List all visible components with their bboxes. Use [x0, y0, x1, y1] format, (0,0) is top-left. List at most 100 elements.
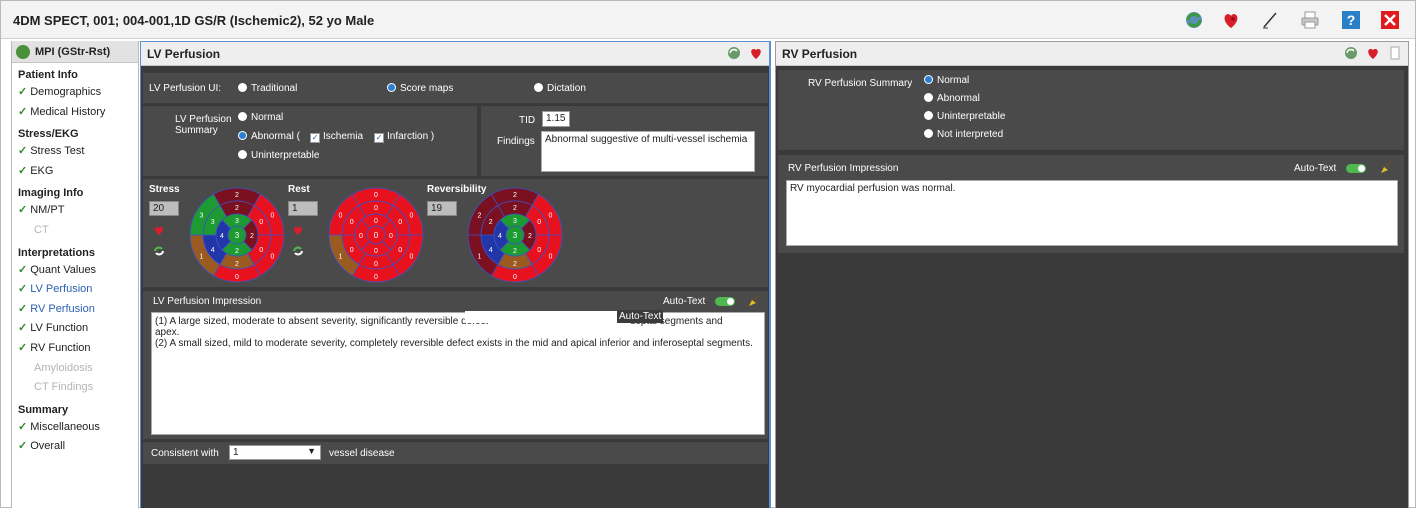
check-icon: ✓ — [18, 440, 28, 453]
vessel-count-value: 1 — [233, 447, 239, 458]
sidebar-item-stress-test[interactable]: ✓ Stress Test — [12, 142, 138, 162]
sidebar-item-ekg[interactable]: ✓ EKG — [12, 162, 138, 182]
polar-map: 000010000000 0000 0 — [328, 187, 424, 283]
heart-icon[interactable] — [1220, 9, 1242, 31]
rv-impression-textarea[interactable]: RV myocardial perfusion was normal. — [786, 180, 1398, 246]
rv-impression-box: RV Perfusion Impression Auto-Text RV myo… — [778, 155, 1404, 253]
sidebar-item-label: CT — [34, 223, 49, 236]
rv-radio-abnormal-dot — [924, 93, 933, 102]
polar-map: 200012200242 3224 3 — [467, 187, 563, 283]
check-icon: ✓ — [18, 341, 28, 354]
pen-icon[interactable] — [1259, 9, 1281, 31]
sidebar-item-label: Stress Test — [30, 145, 85, 158]
heart-icon[interactable] — [749, 46, 763, 63]
radio-dictation[interactable]: Dictation — [534, 83, 586, 94]
check-icon: ✓ — [18, 86, 28, 98]
sidebar-item-label: RV Perfusion — [30, 302, 95, 315]
checkbox-ischemia[interactable]: ✓ Ischemia — [310, 131, 363, 143]
check-icon: ✓ — [18, 145, 28, 158]
autotext-toggle[interactable] — [715, 297, 735, 306]
map-segment-value: 3 — [200, 213, 204, 220]
map-segment-value: 2 — [513, 248, 517, 255]
sidebar-item-lv-perfusion[interactable]: ✓ LV Perfusion — [12, 280, 138, 300]
map-segment-value: 0 — [374, 274, 378, 281]
radio-uninterpretable[interactable]: Uninterpretable — [238, 150, 319, 161]
broom-icon[interactable] — [1379, 160, 1393, 177]
tid-input[interactable]: 1.15 — [542, 111, 570, 127]
map-segment-value: 0 — [374, 261, 378, 268]
consistent-row: Consistent with 1 ▼ vessel disease — [143, 442, 768, 464]
heart-icon[interactable] — [1366, 46, 1380, 63]
map-segment-value: 0 — [350, 247, 354, 254]
map-segment-value: 3 — [211, 219, 215, 226]
refresh-icon[interactable] — [727, 46, 741, 63]
sidebar-item-label: RV Function — [30, 341, 91, 354]
heart-icon[interactable] — [153, 224, 165, 239]
sidebar-item-ct[interactable]: CT — [12, 221, 138, 241]
rv-radio-uninterpretable[interactable]: Uninterpretable — [924, 111, 1005, 122]
sidebar-header[interactable]: MPI (GStr-Rst) — [12, 41, 138, 63]
map-segment-value: 2 — [235, 205, 239, 212]
rv-radio-not-interpreted-dot — [924, 129, 933, 138]
rv-summary-label: RV Perfusion Summary — [808, 78, 913, 89]
map-score: 19 — [427, 201, 457, 216]
tooltip-mask — [465, 311, 622, 323]
sidebar-item-rv-function[interactable]: ✓ RV Function — [12, 339, 138, 359]
sidebar-item-demographics[interactable]: ✓ Demographics — [12, 83, 138, 103]
sidebar-header-label: MPI (GStr-Rst) — [35, 45, 111, 58]
map-segment-value: 0 — [271, 213, 275, 220]
help-icon[interactable]: ? — [1340, 9, 1362, 31]
broom-icon[interactable] — [747, 293, 761, 310]
close-paren: ) — [430, 131, 435, 142]
sidebar-item-medical-history[interactable]: ✓ Medical History — [12, 103, 138, 123]
map-segment-value: 4 — [498, 233, 502, 240]
refresh-icon[interactable] — [153, 245, 165, 260]
sidebar-item-quant-values[interactable]: ✓ Quant Values — [12, 261, 138, 281]
rv-radio-normal-label: Normal — [937, 75, 970, 86]
radio-normal[interactable]: Normal — [238, 112, 283, 123]
radio-abnormal[interactable]: Abnormal ( — [238, 131, 300, 142]
map-segment-value: 0 — [513, 274, 517, 281]
check-icon: ✓ — [18, 420, 28, 433]
vessel-count-select[interactable]: 1 ▼ — [229, 445, 321, 460]
lv-panel-title: LV Perfusion — [147, 46, 221, 61]
sidebar-item-rv-perfusion[interactable]: ✓ RV Perfusion — [12, 300, 138, 320]
sidebar-item-overall[interactable]: ✓ Overall — [12, 437, 138, 457]
radio-traditional[interactable]: Traditional — [238, 83, 297, 94]
rv-radio-normal[interactable]: Normal — [924, 75, 969, 86]
rv-autotext-toggle[interactable] — [1346, 164, 1366, 173]
check-icon: ✓ — [18, 204, 28, 217]
checkbox-infarction[interactable]: ✓ Infarction ) — [374, 131, 434, 143]
close-icon[interactable] — [1379, 9, 1401, 31]
sidebar-item-label: Medical History — [30, 105, 106, 118]
rv-panel-header: RV Perfusion — [776, 42, 1408, 66]
map-segment-value: 0 — [339, 213, 343, 220]
refresh-icon[interactable] — [292, 245, 304, 260]
map-segment-value: 2 — [513, 192, 517, 199]
sidebar-item-label: CT Findings — [34, 381, 94, 394]
sidebar-item-miscellaneous[interactable]: ✓ Miscellaneous — [12, 418, 138, 438]
refresh-icon[interactable] — [1344, 46, 1358, 63]
check-icon: ✓ — [18, 105, 28, 118]
check-icon: ✓ — [18, 164, 28, 177]
radio-uninterpretable-dot — [238, 150, 247, 159]
lv-impression-textarea[interactable]: (1) A large sized, moderate to absent se… — [151, 312, 765, 435]
radio-score-maps[interactable]: Score maps — [387, 83, 453, 94]
map-segment-value: 0 — [410, 254, 414, 261]
rv-radio-not-interpreted[interactable]: Not interpreted — [924, 129, 1003, 140]
rv-radio-abnormal[interactable]: Abnormal — [924, 93, 980, 104]
radio-uninterpretable-label: Uninterpretable — [251, 150, 320, 161]
findings-textarea[interactable]: Abnormal suggestive of multi-vessel isch… — [541, 131, 755, 172]
globe-refresh-icon[interactable] — [1183, 9, 1205, 31]
heart-icon[interactable] — [292, 224, 304, 239]
sidebar-item-ct-findings[interactable]: CT Findings — [12, 378, 138, 398]
printer-icon[interactable] — [1299, 9, 1321, 31]
check-icon: ✓ — [374, 133, 384, 143]
sidebar-item-amyloidosis[interactable]: Amyloidosis — [12, 359, 138, 379]
sidebar-item-lv-function[interactable]: ✓ LV Function — [12, 319, 138, 339]
sidebar-item-nm-pt[interactable]: ✓ NM/PT — [12, 201, 138, 221]
document-icon[interactable] — [1388, 46, 1402, 63]
map-segment-value: 2 — [250, 233, 254, 240]
rv-panel-title: RV Perfusion — [782, 46, 858, 61]
map-segment-value: 0 — [549, 254, 553, 261]
